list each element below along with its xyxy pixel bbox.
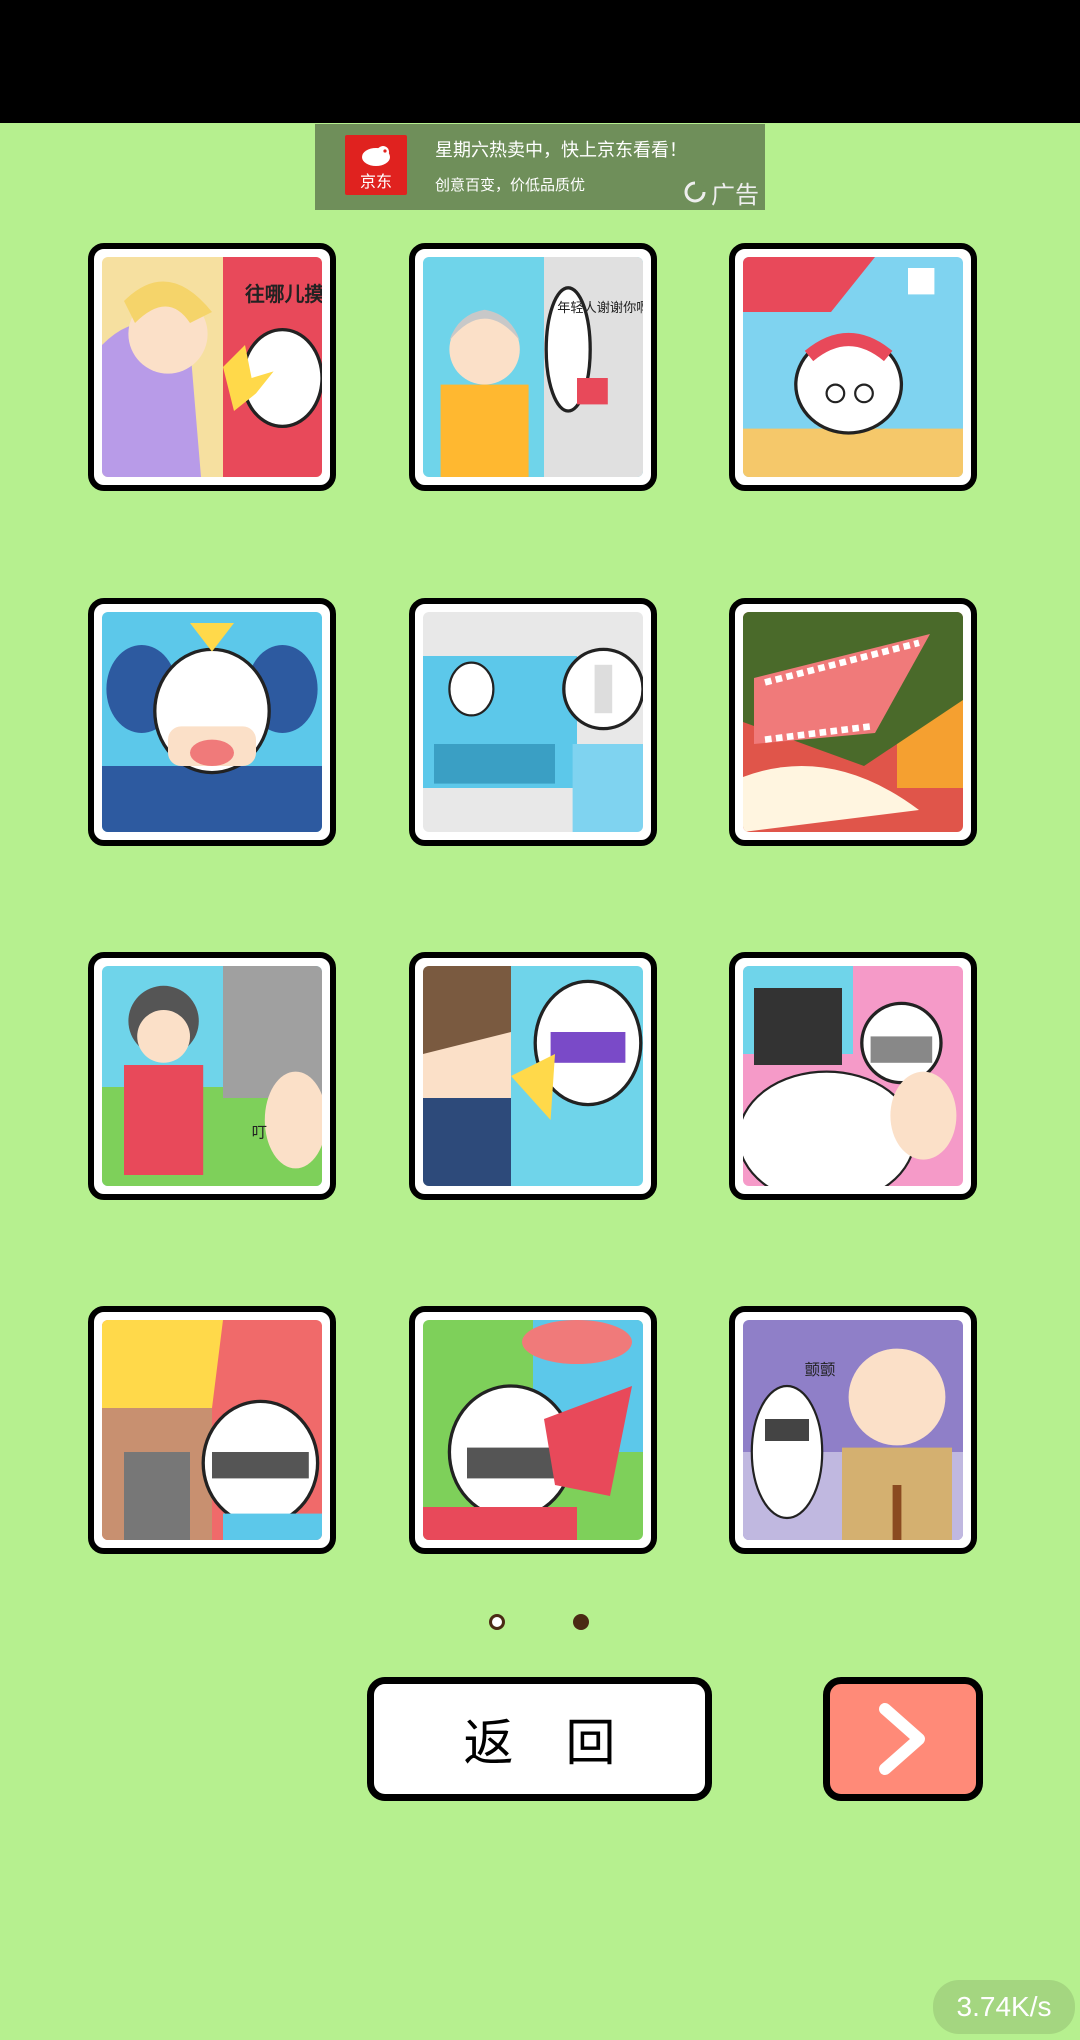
ad-logo-text: 京东	[359, 172, 392, 191]
speech-text: 年轻人谢谢你啊	[557, 300, 643, 316]
status-bar	[0, 0, 1080, 123]
ad-choices-icon	[684, 181, 706, 203]
level-tile-8[interactable]	[409, 952, 657, 1200]
ad-banner[interactable]: 京东 星期六热卖中，快上京东看看！ 创意百变，价低品质优 广告	[315, 124, 765, 210]
level-tile-6[interactable]	[729, 598, 977, 846]
page-indicator	[0, 1614, 1080, 1638]
caption-text: 叮	[252, 1124, 267, 1142]
comic-thumbnail: 叮	[102, 966, 322, 1186]
level-tile-7[interactable]: 叮	[88, 952, 336, 1200]
level-tile-4[interactable]	[88, 598, 336, 846]
level-tile-3[interactable]	[729, 243, 977, 491]
network-speed-indicator: 3.74K/s	[933, 1980, 1075, 2034]
comic-thumbnail: 往哪儿摸呢你这色狼	[102, 257, 322, 477]
ad-title: 星期六热卖中，快上京东看看！	[435, 140, 687, 161]
level-tile-5[interactable]	[409, 598, 657, 846]
comic-thumbnail	[743, 257, 963, 477]
level-tile-2[interactable]: 年轻人谢谢你啊	[409, 243, 657, 491]
comic-thumbnail	[102, 1320, 322, 1540]
level-tile-1[interactable]: 往哪儿摸呢你这色狼	[88, 243, 336, 491]
jd-logo: 京东	[345, 135, 407, 195]
page-dot-2-active[interactable]	[573, 1614, 589, 1630]
comic-thumbnail	[743, 612, 963, 832]
comic-thumbnail: 年轻人谢谢你啊	[423, 257, 643, 477]
speech-text: 往哪儿摸呢你这色狼	[245, 283, 322, 306]
comic-thumbnail: 颤颤	[743, 1320, 963, 1540]
comic-thumbnail	[102, 612, 322, 832]
level-tile-10[interactable]	[88, 1306, 336, 1554]
caption-text: 颤颤	[805, 1361, 836, 1379]
ad-tag-label: 广告	[711, 180, 759, 209]
chevron-right-icon	[879, 1703, 925, 1775]
comic-thumbnail	[423, 612, 643, 832]
level-tile-11[interactable]	[409, 1306, 657, 1554]
comic-thumbnail	[423, 1320, 643, 1540]
comic-thumbnail	[423, 966, 643, 1186]
page-dot-1[interactable]	[489, 1614, 505, 1630]
ad-tag[interactable]: 广告	[683, 176, 759, 209]
back-button[interactable]: 返回	[367, 1677, 712, 1801]
ad-subtitle: 创意百变，价低品质优	[435, 176, 586, 194]
comic-thumbnail	[743, 966, 963, 1186]
next-page-button[interactable]	[823, 1677, 983, 1801]
level-tile-9[interactable]	[729, 952, 977, 1200]
level-tile-12[interactable]: 颤颤	[729, 1306, 977, 1554]
